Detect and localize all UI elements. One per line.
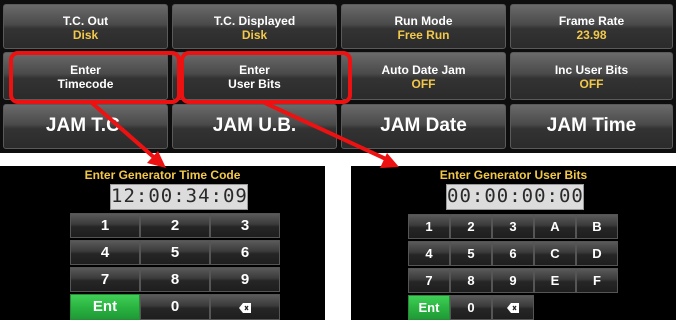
arrow-to-userbits-pad — [264, 101, 389, 162]
annotation-arrows — [90, 101, 399, 168]
arrowhead-userbits — [380, 153, 399, 168]
arrow-to-timecode-pad — [90, 101, 159, 162]
